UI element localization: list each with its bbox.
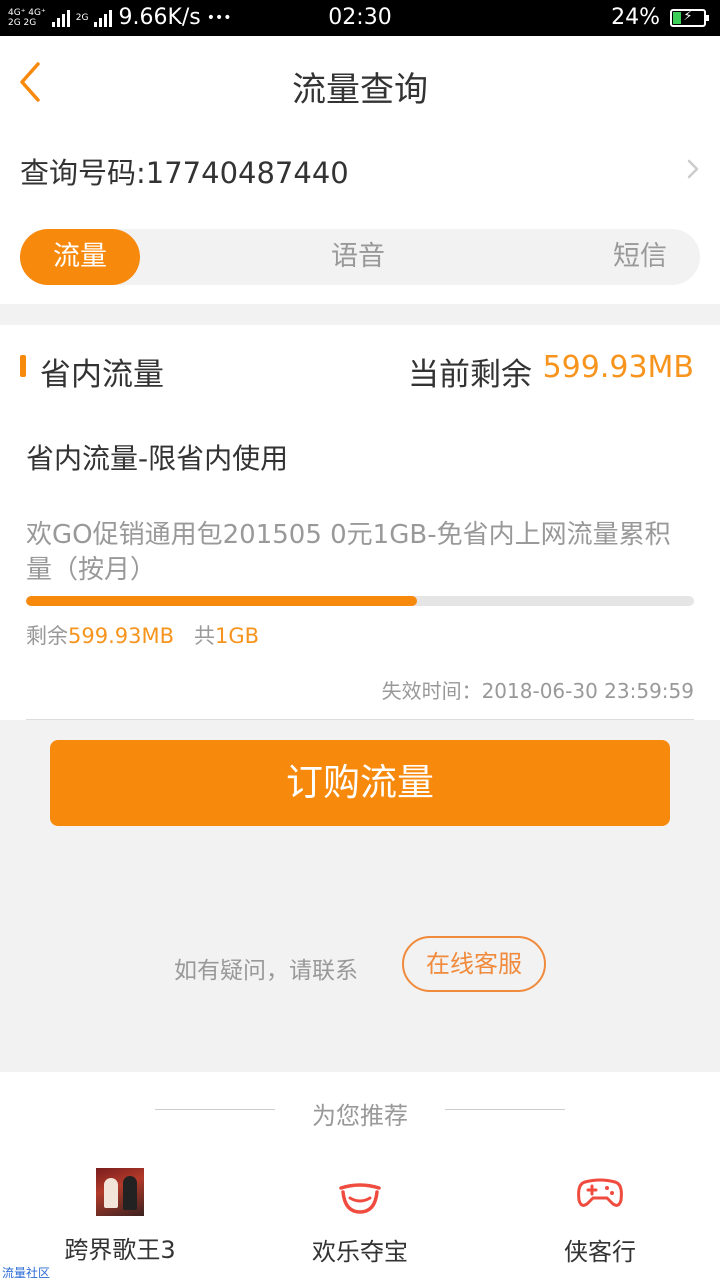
usage-total-value: 1GB — [215, 624, 260, 648]
recommend-item-label: 侠客行 — [564, 1238, 636, 1266]
buy-data-button[interactable]: 订购流量 — [50, 740, 670, 826]
tabs-section: 流量 语音 短信 — [0, 214, 720, 304]
recommend-item-show[interactable]: 跨界歌王3 — [30, 1168, 210, 1265]
gamepad-icon — [577, 1178, 623, 1207]
nav-bar: 流量查询 — [0, 36, 720, 128]
expire-time: 失效时间：2018-06-30 23:59:59 — [381, 679, 694, 703]
recommend-item-game[interactable]: 侠客行 — [510, 1168, 690, 1267]
usage-remain-label: 剩余 — [26, 624, 68, 648]
tab-sms[interactable]: 短信 — [580, 229, 700, 285]
section-marker — [20, 355, 26, 377]
data-usage-card: 省内流量 当前剩余 599.93MB 省内流量-限省内使用 欢GO促销通用包20… — [0, 325, 720, 720]
online-service-button[interactable]: 在线客服 — [402, 936, 546, 992]
divider — [26, 719, 694, 720]
charging-icon: ⚡ — [683, 8, 693, 24]
usage-remain-value: 599.93MB — [68, 624, 175, 648]
usage-progress-fill — [26, 596, 418, 606]
tab-voice[interactable]: 语音 — [298, 229, 418, 285]
tab-data[interactable]: 流量 — [20, 229, 140, 285]
battery-percent: 24% — [611, 5, 660, 30]
recommend-item-treasure[interactable]: 欢乐夺宝 — [270, 1168, 450, 1267]
recommend-section: 为您推荐 跨界歌王3 欢乐夺宝 侠客行 — [0, 1072, 720, 1280]
plan-title: 省内流量-限省内使用 — [26, 442, 289, 475]
remain-value: 599.93MB — [542, 350, 694, 385]
usage-progress-bar — [26, 596, 694, 606]
page-title: 流量查询 — [292, 70, 428, 110]
recommend-title: 为您推荐 — [312, 1102, 408, 1130]
chevron-right-icon — [687, 159, 699, 179]
section-title: 省内流量 — [40, 357, 164, 393]
status-right: 24% ⚡ — [611, 5, 709, 30]
recommend-item-label: 跨界歌王3 — [64, 1236, 176, 1264]
plan-description: 欢GO促销通用包201505 0元1GB-免省内上网流量累积量（按月） — [26, 520, 671, 585]
status-bar: 4G⁺ 4G⁺ 2G 2G 2G 9.66K/s ••• 02:30 24% ⚡ — [0, 0, 720, 36]
query-number: 查询号码:17740487440 — [20, 156, 349, 190]
divider-right — [445, 1109, 565, 1110]
help-text: 如有疑问，请联系 — [174, 958, 358, 984]
remain-label: 当前剩余 — [408, 357, 532, 393]
usage-summary: 剩余599.93MB 共1GB — [26, 620, 259, 650]
help-row: 如有疑问，请联系 在线客服 — [0, 936, 720, 994]
treasure-bowl-icon — [339, 1183, 381, 1214]
tabs: 流量 语音 短信 — [20, 229, 700, 285]
watermark: 流量社区 — [2, 1266, 51, 1280]
query-number-row[interactable]: 查询号码:17740487440 — [0, 128, 720, 214]
recommend-item-label: 欢乐夺宝 — [312, 1238, 408, 1266]
usage-total-label: 共 — [194, 624, 216, 648]
show-thumbnail — [96, 1168, 144, 1216]
battery-icon: ⚡ — [670, 8, 709, 27]
